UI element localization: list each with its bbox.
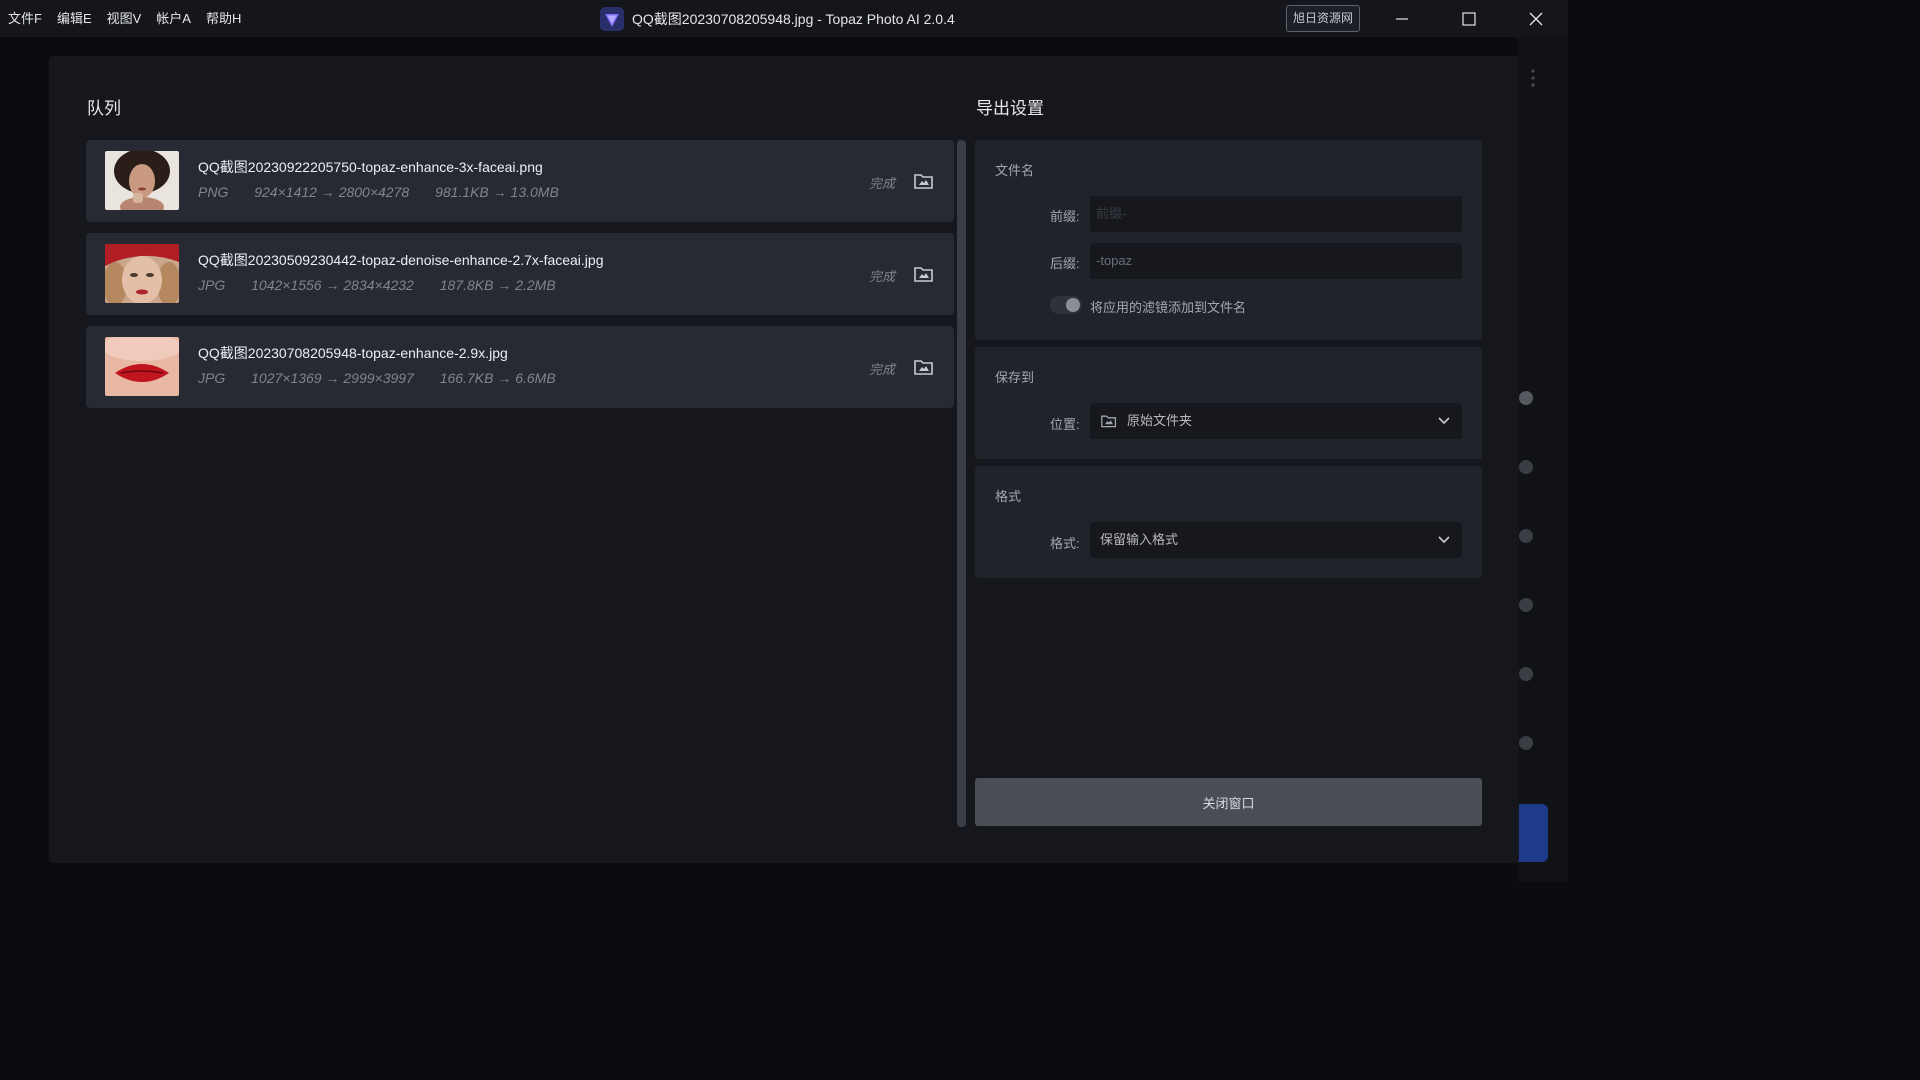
maximize-button[interactable]	[1435, 0, 1503, 37]
status-label: 完成	[869, 269, 896, 284]
watermark-badge: 旭日资源网	[1286, 5, 1361, 32]
background-slider-knob[interactable]	[1519, 391, 1533, 405]
file-name: QQ截图20230708205948-topaz-enhance-2.9x.jp…	[198, 345, 508, 361]
suffix-label: 后缀:	[1050, 256, 1080, 271]
save-to-section-label: 保存到	[995, 370, 1035, 385]
format-section-label: 格式	[995, 489, 1022, 504]
close-window-button[interactable]	[1502, 0, 1570, 37]
chevron-down-icon	[1438, 536, 1450, 544]
export-dialog: 队列 导出设置 QQ截图20230922205750-topaz-enhance…	[49, 56, 1519, 863]
file-dimensions: 1042×1556 → 2834×4232	[251, 277, 414, 293]
close-icon	[1529, 12, 1543, 25]
image-thumbnail	[105, 244, 179, 303]
more-options-icon[interactable]	[1530, 68, 1536, 93]
export-settings-title: 导出设置	[976, 99, 1044, 118]
prefix-input[interactable]: 前缀-	[1090, 196, 1462, 232]
image-thumbnail	[105, 151, 179, 210]
background-primary-button[interactable]	[1518, 804, 1548, 862]
queue-item[interactable]: QQ截图20230708205948-topaz-enhance-2.9x.jp…	[86, 326, 954, 408]
open-folder-icon[interactable]	[913, 170, 935, 192]
queue-title: 队列	[87, 99, 121, 118]
format-value: 保留输入格式	[1100, 532, 1179, 547]
open-folder-icon[interactable]	[913, 263, 935, 285]
background-slider-knob[interactable]	[1519, 736, 1533, 750]
menu-account[interactable]: 帐户A	[156, 0, 206, 37]
save-to-card: 保存到 位置: 原始文件夹	[975, 347, 1482, 459]
chevron-down-icon	[1438, 417, 1450, 425]
background-slider-knob[interactable]	[1519, 598, 1533, 612]
queue-item[interactable]: QQ截图20230922205750-topaz-enhance-3x-face…	[86, 140, 954, 222]
status-label: 完成	[869, 176, 896, 191]
image-thumbnail	[105, 337, 179, 396]
open-folder-icon[interactable]	[913, 356, 935, 378]
file-meta: JPG 1027×1369 → 2999×3997 166.7KB → 6.6M…	[198, 370, 578, 386]
background-slider-knob[interactable]	[1519, 460, 1533, 474]
append-filters-toggle[interactable]	[1050, 296, 1082, 314]
background-slider-knob[interactable]	[1519, 667, 1533, 681]
toggle-knob	[1066, 298, 1080, 312]
file-size: 166.7KB → 6.6MB	[439, 370, 556, 386]
file-size: 187.8KB → 2.2MB	[439, 277, 556, 293]
format-select[interactable]: 保留输入格式	[1090, 522, 1462, 558]
location-select[interactable]: 原始文件夹	[1090, 403, 1462, 439]
status-label: 完成	[869, 362, 896, 377]
file-format: PNG	[198, 184, 229, 200]
menu-bar: 文件F 编辑E 视图V 帐户A 帮助H	[0, 0, 256, 37]
format-label: 格式:	[1050, 536, 1080, 551]
format-card: 格式 格式: 保留输入格式	[975, 466, 1482, 578]
queue-list: QQ截图20230922205750-topaz-enhance-3x-face…	[86, 140, 954, 419]
menu-file[interactable]: 文件F	[8, 0, 57, 37]
window-title: QQ截图20230708205948.jpg - Topaz Photo AI …	[632, 10, 955, 27]
location-value: 原始文件夹	[1127, 413, 1193, 428]
folder-icon	[1101, 415, 1117, 428]
close-dialog-button[interactable]: 关闭窗口	[975, 778, 1482, 826]
file-name: QQ截图20230922205750-topaz-enhance-3x-face…	[198, 159, 543, 175]
queue-item[interactable]: QQ截图20230509230442-topaz-denoise-enhance…	[86, 233, 954, 315]
prefix-label: 前缀:	[1050, 209, 1080, 224]
filename-card: 文件名 前缀: 前缀- 后缀: -topaz 将应用的滤镜添加到文件名	[975, 140, 1482, 340]
window-title-area: QQ截图20230708205948.jpg - Topaz Photo AI …	[600, 0, 955, 37]
location-label: 位置:	[1050, 417, 1080, 432]
filename-section-label: 文件名	[995, 163, 1035, 178]
background-slider-knob[interactable]	[1519, 529, 1533, 543]
file-format: JPG	[198, 370, 226, 386]
append-filters-label: 将应用的滤镜添加到文件名	[1090, 300, 1247, 315]
queue-scrollbar[interactable]	[957, 140, 966, 827]
suffix-input[interactable]: -topaz	[1090, 243, 1462, 279]
topaz-logo-icon	[600, 6, 624, 31]
file-format: JPG	[198, 277, 226, 293]
menu-help[interactable]: 帮助H	[206, 0, 256, 37]
maximize-icon	[1462, 11, 1476, 26]
menu-view[interactable]: 视图V	[107, 0, 157, 37]
file-meta: PNG 924×1412 → 2800×4278 981.1KB → 13.0M…	[198, 184, 581, 200]
title-bar: 文件F 编辑E 视图V 帐户A 帮助H QQ截图20230708205948.j…	[0, 0, 1568, 37]
file-size: 981.1KB → 13.0MB	[435, 184, 559, 200]
file-dimensions: 1027×1369 → 2999×3997	[251, 370, 414, 386]
file-dimensions: 924×1412 → 2800×4278	[254, 184, 410, 200]
minimize-button[interactable]	[1368, 0, 1436, 37]
minimize-icon	[1396, 17, 1408, 20]
file-meta: JPG 1042×1556 → 2834×4232 187.8KB → 2.2M…	[198, 277, 578, 293]
file-name: QQ截图20230509230442-topaz-denoise-enhance…	[198, 252, 604, 268]
menu-edit[interactable]: 编辑E	[57, 0, 107, 37]
